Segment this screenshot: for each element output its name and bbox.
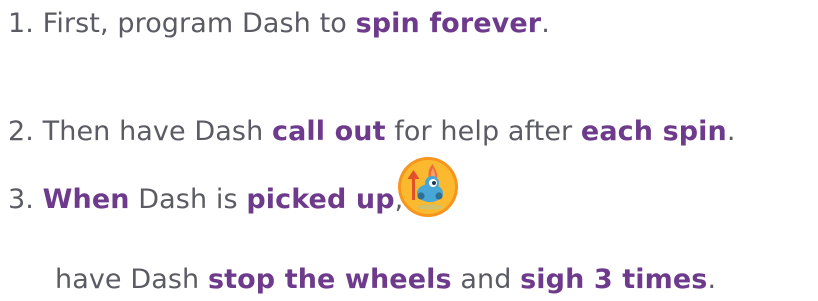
step-text: Then have Dash xyxy=(42,116,272,147)
dash-picked-up-icon xyxy=(397,156,459,218)
step-text: . xyxy=(707,264,717,295)
step-text: for help after xyxy=(385,116,581,147)
instruction-step-3-continued: have Dash stop the wheels and sigh 3 tim… xyxy=(55,266,716,293)
step-text: Dash is xyxy=(129,184,247,215)
instruction-step-2: 2. Then have Dash call out for help afte… xyxy=(8,118,736,145)
step-number: 3. xyxy=(8,184,34,215)
step-number: 2. xyxy=(8,116,34,147)
step-number: 1. xyxy=(8,8,34,39)
instruction-step-1: 1. First, program Dash to spin forever. xyxy=(8,10,550,37)
step-keyword: call out xyxy=(272,116,386,147)
step-keyword: spin forever xyxy=(355,8,542,39)
step-keyword: each spin xyxy=(580,116,727,147)
step-text: . xyxy=(541,8,550,39)
step-keyword: sigh 3 times xyxy=(520,264,708,295)
instruction-step-3: 3. When Dash is picked up, xyxy=(8,186,403,213)
step-keyword: picked up xyxy=(246,184,395,215)
step-keyword: stop the wheels xyxy=(207,264,452,295)
step-text: have Dash xyxy=(55,264,208,295)
step-text: First, program Dash to xyxy=(42,8,356,39)
step-keyword: When xyxy=(42,184,130,215)
step-text: and xyxy=(451,264,521,295)
step-text: . xyxy=(726,116,736,147)
